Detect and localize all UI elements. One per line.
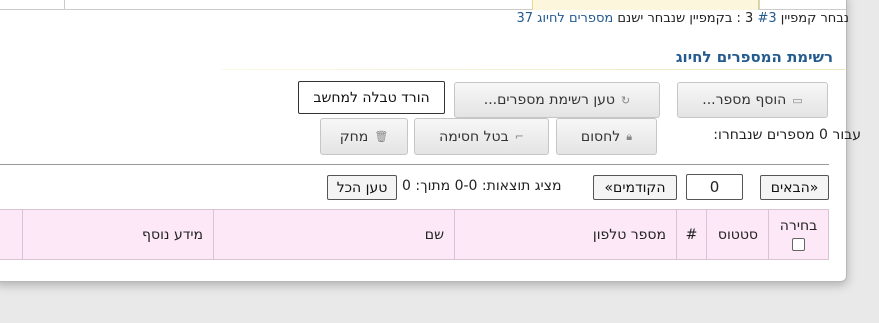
column-extra-info[interactable]: מידע נוסף bbox=[22, 209, 214, 260]
column-phone[interactable]: מספר טלפון bbox=[454, 209, 677, 260]
campaign-info-prefix: נבחר קמפיין bbox=[780, 11, 849, 26]
unblock-button[interactable]: ⌐ בטל חסימה bbox=[414, 118, 549, 155]
select-all-checkbox[interactable] bbox=[792, 238, 805, 251]
tab-left-2[interactable] bbox=[64, 0, 533, 10]
column-index[interactable]: # bbox=[676, 209, 707, 260]
unblock-label: בטל חסימה bbox=[439, 128, 509, 145]
table-header-row: בחירה סטטוס # מספר טלפון שם מידע נוסף bbox=[0, 209, 829, 260]
numbers-table: בחירה סטטוס # מספר טלפון שם מידע נוסף bbox=[0, 209, 829, 260]
prev-page-button[interactable]: הקודמים» bbox=[593, 175, 677, 200]
selection-label: עבור 0 מספרים שנבחרו: bbox=[713, 127, 861, 143]
column-status[interactable]: סטטוס bbox=[706, 209, 769, 260]
delete-label: מחק bbox=[339, 128, 369, 145]
download-table-label: הורד טבלה למחשב bbox=[313, 89, 430, 106]
campaign-info: נבחר קמפיין #3 3 : בקמפיין שנבחר ישנם מס… bbox=[516, 11, 849, 26]
next-page-button[interactable]: «הבאים bbox=[760, 175, 829, 200]
tab-active[interactable] bbox=[532, 0, 760, 10]
unlock-icon: ⌐ bbox=[514, 130, 524, 143]
next-page-label: «הבאים bbox=[770, 179, 819, 196]
download-table-button[interactable]: הורד טבלה למחשב bbox=[298, 81, 445, 114]
trash-icon: 🗑︎ bbox=[374, 130, 389, 143]
page-number-input[interactable]: 0 bbox=[686, 174, 743, 200]
column-select-label: בחירה bbox=[779, 218, 818, 234]
results-summary: מציג תוצאות: 0-0 מתוך: 0 bbox=[402, 178, 562, 194]
section-title: רשימת המספרים לחיוג bbox=[675, 48, 833, 66]
block-button[interactable]: 🔒︎ לחסום bbox=[556, 118, 657, 155]
load-list-label: טען רשימת מספרים... bbox=[483, 92, 616, 108]
campaign-info-middle: : בקמפיין שנבחר ישנם bbox=[617, 11, 741, 26]
document-icon: ▭ bbox=[792, 93, 803, 107]
block-label: לחסום bbox=[580, 128, 621, 145]
prev-page-label: הקודמים» bbox=[604, 179, 666, 196]
column-name[interactable]: שם bbox=[213, 209, 455, 260]
numbers-count-link[interactable]: מספרים לחיוג 37 bbox=[516, 11, 613, 26]
delete-button[interactable]: 🗑︎ מחק bbox=[320, 118, 408, 155]
campaign-id-link[interactable]: #3 bbox=[757, 11, 776, 26]
refresh-icon: ↻ bbox=[621, 93, 631, 107]
load-list-button[interactable]: ↻ טען רשימת מספרים... bbox=[454, 82, 660, 118]
column-overflow bbox=[0, 209, 23, 260]
tab-strip bbox=[0, 0, 851, 10]
section-divider bbox=[222, 69, 845, 70]
column-select: בחירה bbox=[768, 209, 829, 260]
toolbar-divider bbox=[0, 164, 829, 165]
tab-right[interactable] bbox=[758, 0, 846, 10]
add-number-label: הוסף מספר... bbox=[702, 92, 787, 108]
load-all-button[interactable]: טען הכל bbox=[327, 175, 397, 200]
lock-icon: 🔒︎ bbox=[626, 129, 633, 143]
campaign-info-num: 3 bbox=[745, 11, 754, 26]
add-number-button[interactable]: ▭ הוסף מספר... bbox=[677, 82, 828, 118]
load-all-label: טען הכל bbox=[336, 179, 388, 196]
tab-left-1[interactable] bbox=[0, 0, 64, 10]
